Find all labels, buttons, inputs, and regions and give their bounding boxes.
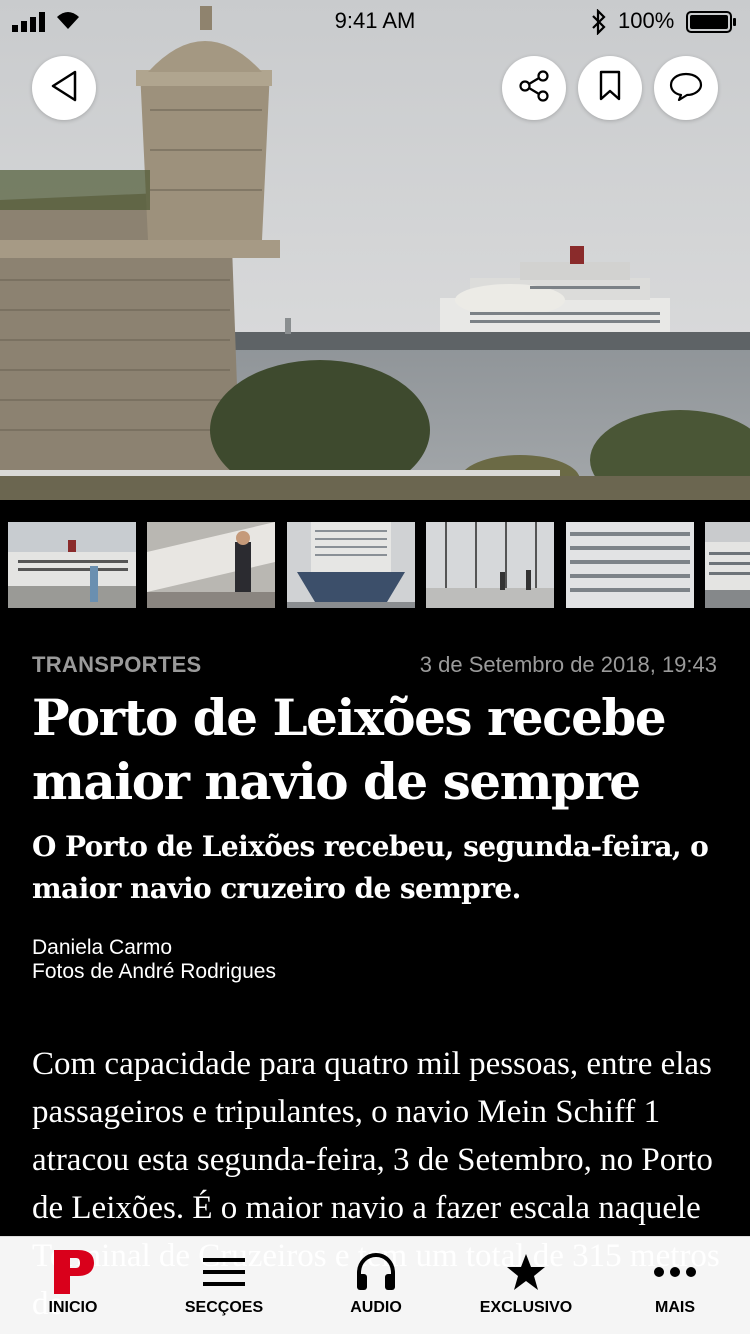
tab-exclusivo[interactable]: EXCLUSIVO: [466, 1237, 586, 1334]
star-icon: [506, 1253, 546, 1296]
tab-label: EXCLUSIVO: [479, 1299, 573, 1316]
author-name[interactable]: Daniela Carmo: [32, 936, 276, 960]
back-button[interactable]: [32, 56, 96, 120]
bookmark-icon: [598, 70, 622, 107]
bookmark-button[interactable]: [578, 56, 642, 120]
byline: Daniela Carmo Fotos de André Rodrigues: [32, 936, 276, 984]
article-date: 3 de Setembro de 2018, 19:43: [419, 652, 717, 677]
comment-icon: [669, 71, 703, 106]
menu-icon: [203, 1256, 245, 1293]
gallery-thumbnail[interactable]: [286, 522, 415, 608]
gallery-thumbnail[interactable]: [8, 522, 136, 608]
battery-icon: [686, 11, 738, 38]
tab-audio[interactable]: AUDIO: [316, 1237, 436, 1334]
headphones-icon: [355, 1252, 397, 1297]
tab-label: SECÇOES: [184, 1299, 264, 1316]
tab-label: AUDIO: [350, 1299, 402, 1316]
share-icon: [517, 69, 551, 108]
tab-label: INICIO: [48, 1299, 98, 1316]
article-category[interactable]: TRANSPORTES: [32, 652, 202, 678]
tab-inicio[interactable]: INICIO: [13, 1237, 133, 1334]
tab-bar: INICIO SECÇOES AUDIO EXCLUSIVO MAIS: [0, 1236, 750, 1334]
photo-credit: Fotos de André Rodrigues: [32, 960, 276, 983]
gallery-thumbnail[interactable]: [705, 522, 750, 608]
comments-button[interactable]: [654, 56, 718, 120]
bluetooth-icon: [590, 8, 608, 40]
tab-seccoes[interactable]: SECÇOES: [164, 1237, 284, 1334]
gallery-thumbnail[interactable]: [426, 522, 555, 608]
gallery-thumbnail[interactable]: [147, 522, 276, 608]
article-headline: Porto de Leixões recebe maior navio de s…: [32, 688, 667, 811]
status-bar: 9:41 AM 100%: [0, 0, 750, 44]
more-dots-icon: [653, 1265, 697, 1283]
gallery-strip[interactable]: [8, 522, 750, 608]
share-button[interactable]: [502, 56, 566, 120]
gallery-thumbnail[interactable]: [565, 522, 694, 608]
tab-mais[interactable]: MAIS: [615, 1237, 735, 1334]
article-subtitle: O Porto de Leixões recebeu, segunda-feir…: [32, 830, 709, 905]
tab-label: MAIS: [655, 1299, 695, 1316]
publico-p-logo-icon: [50, 1249, 96, 1299]
battery-percent: 100%: [618, 8, 675, 33]
back-triangle-icon: [49, 70, 79, 107]
